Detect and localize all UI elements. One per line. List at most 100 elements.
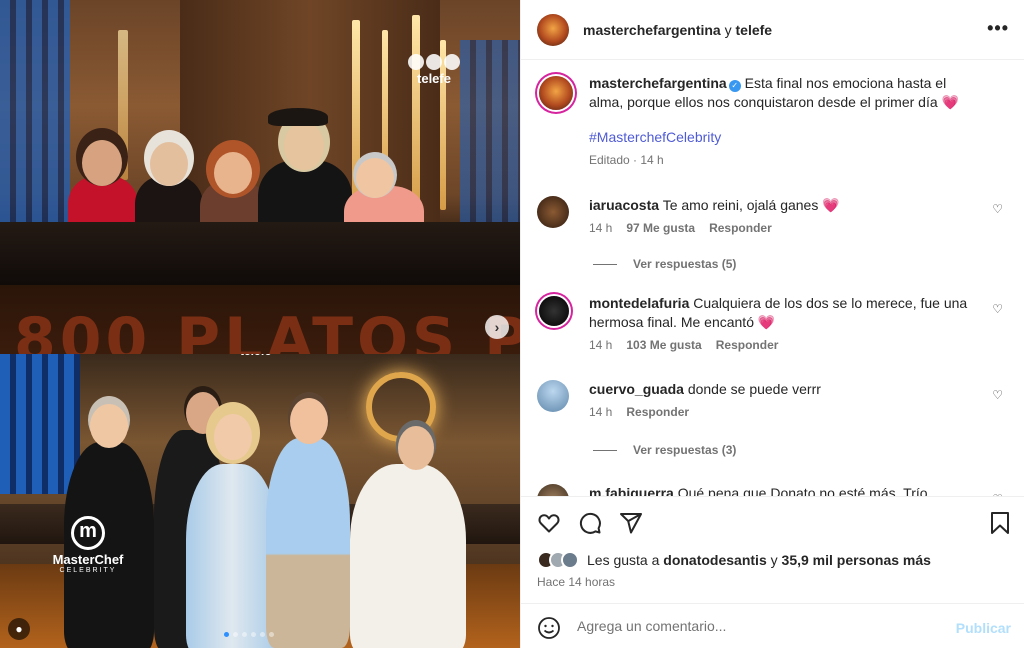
carousel-next-button[interactable]: ›	[485, 315, 509, 339]
contestant-1-head	[90, 404, 128, 448]
publish-button[interactable]: Publicar	[956, 620, 1011, 636]
comment-meta: 14 h 103 Me gusta Responder	[589, 336, 984, 354]
masterchef-ring-icon	[71, 516, 105, 550]
comment-avatar[interactable]	[537, 380, 569, 412]
judge-3-head	[214, 152, 252, 194]
caption-content: masterchefargentina ✓ Esta final nos emoc…	[589, 74, 984, 169]
user-icon: ●	[15, 622, 23, 636]
header-accounts: masterchefargentina y telefe	[583, 22, 772, 38]
comment-item: montedelafuria Cualquiera de los dos se …	[537, 294, 1007, 358]
plates-sign-text: 800 PLATOS PREPARADOS	[14, 305, 520, 354]
comment-emoji: 💗	[822, 197, 840, 213]
caption-avatar[interactable]	[539, 76, 573, 110]
replies-line	[593, 449, 617, 451]
comment-avatar[interactable]	[539, 296, 569, 326]
liker-avatar	[561, 551, 579, 569]
telefe-watermark-text: telefe	[417, 71, 451, 86]
contestant-3	[186, 464, 278, 648]
comment-avatar[interactable]	[537, 196, 569, 228]
replies-line	[593, 263, 617, 265]
add-comment-bar: Publicar	[521, 603, 1024, 648]
comment-username[interactable]: m.fabiguerra	[589, 485, 674, 496]
comment-likes[interactable]: 103 Me gusta	[626, 338, 701, 352]
masterchef-logo: MasterChef CELEBRITY	[48, 516, 128, 574]
masterchef-logo-sub: CELEBRITY	[59, 567, 117, 574]
emoji-button[interactable]	[537, 616, 561, 643]
comment-like-icon[interactable]: ♡	[992, 388, 1003, 402]
tagged-users-button[interactable]: ●	[8, 618, 30, 640]
chevron-right-icon: ›	[494, 319, 500, 335]
telefe-dots-icon	[408, 54, 460, 70]
studio-blue-lights	[0, 354, 80, 494]
comment-like-icon[interactable]: ♡	[992, 302, 1003, 316]
judge-2-head	[150, 142, 188, 186]
carousel-indicator	[224, 632, 274, 637]
comment-like-icon[interactable]: ♡	[992, 202, 1003, 216]
likes-count[interactable]: 35,9 mil personas más	[782, 552, 931, 568]
comment-item: cuervo_guada donde se puede verrr 14 h Re…	[537, 380, 1007, 424]
comment-avatar[interactable]	[537, 484, 569, 496]
comment-text: donde se puede verrr	[687, 381, 821, 397]
like-button[interactable]	[537, 511, 561, 538]
comment-text: Qué pena que Donato no esté más. Trío	[677, 485, 928, 496]
smiley-icon	[538, 617, 560, 639]
share-button[interactable]	[619, 511, 643, 538]
likes-text: Les gusta a donatodesantis y 35,9 mil pe…	[587, 552, 931, 568]
heart-icon	[538, 514, 560, 533]
comment-input[interactable]	[577, 618, 937, 634]
view-replies-button[interactable]: Ver respuestas (5)	[593, 257, 736, 271]
send-icon	[620, 513, 642, 534]
judge-woman	[350, 464, 466, 648]
comment-username[interactable]: iaruacosta	[589, 197, 659, 213]
caption-meta: Editado · 14 h	[589, 153, 664, 167]
host	[266, 438, 350, 648]
save-button[interactable]	[989, 511, 1011, 538]
studio-wall-left	[0, 0, 70, 230]
comment-content: iaruacosta Te amo reini, ojalá ganes 💗 1…	[589, 196, 984, 237]
judges-desk	[0, 222, 520, 288]
comment-button[interactable]	[578, 511, 602, 538]
view-replies-label: Ver respuestas (3)	[633, 443, 737, 457]
header-collaborator-link[interactable]: telefe	[736, 22, 773, 38]
comment-content: cuervo_guada donde se puede verrr 14 h Re…	[589, 380, 984, 421]
comment-time: 14 h	[589, 338, 613, 352]
carousel-dot	[251, 632, 256, 637]
comment-content: m.fabiguerra Qué pena que Donato no esté…	[589, 484, 984, 496]
post-media[interactable]: telefe 800 PLATOS PREPARADOS telefe Mast…	[0, 0, 520, 648]
comment-meta: 14 h Responder	[589, 403, 984, 421]
view-replies-button[interactable]: Ver respuestas (3)	[593, 443, 736, 457]
caption: masterchefargentina ✓ Esta final nos emoc…	[537, 74, 1007, 184]
comment-icon	[579, 512, 601, 534]
host-head	[290, 398, 328, 444]
verified-icon: ✓	[728, 80, 741, 92]
view-replies-label: Ver respuestas (5)	[633, 257, 737, 271]
comment-time: 14 h	[589, 221, 613, 235]
comments-section[interactable]: masterchefargentina ✓ Esta final nos emoc…	[521, 60, 1024, 496]
more-options-button[interactable]: •••	[987, 18, 1009, 39]
carousel-dot	[233, 632, 238, 637]
post-actions: Les gusta a donatodesantis y 35,9 mil pe…	[521, 496, 1024, 648]
comment-username[interactable]: montedelafuria	[589, 295, 689, 311]
comment-reply-button[interactable]: Responder	[716, 338, 779, 352]
carousel-dot	[260, 632, 265, 637]
bookmark-icon	[991, 512, 1009, 534]
likes-summary[interactable]: Les gusta a donatodesantis y 35,9 mil pe…	[537, 551, 931, 569]
header-avatar[interactable]	[537, 13, 569, 46]
judge-1-head	[82, 140, 122, 186]
plates-sign: 800 PLATOS PREPARADOS	[0, 285, 520, 354]
comment-username[interactable]: cuervo_guada	[589, 381, 684, 397]
comment-reply-button[interactable]: Responder	[709, 221, 772, 235]
comment-likes[interactable]: 97 Me gusta	[626, 221, 695, 235]
likes-user[interactable]: donatodesantis	[663, 552, 766, 568]
comment-meta: 14 h 97 Me gusta Responder	[589, 219, 984, 237]
header-account-link[interactable]: masterchefargentina	[583, 22, 721, 38]
comment-reply-button[interactable]: Responder	[626, 405, 689, 419]
caption-hashtag[interactable]: #MasterchefCelebrity	[589, 129, 721, 145]
likes-mid: y	[766, 552, 782, 568]
studio-wall-right	[460, 40, 520, 240]
judge-5-head	[356, 158, 394, 198]
header-connector: y	[720, 21, 736, 38]
caption-username[interactable]: masterchefargentina	[589, 75, 727, 91]
contestant-3-head	[214, 414, 252, 460]
post-header: masterchefargentina y telefe •••	[521, 0, 1024, 60]
